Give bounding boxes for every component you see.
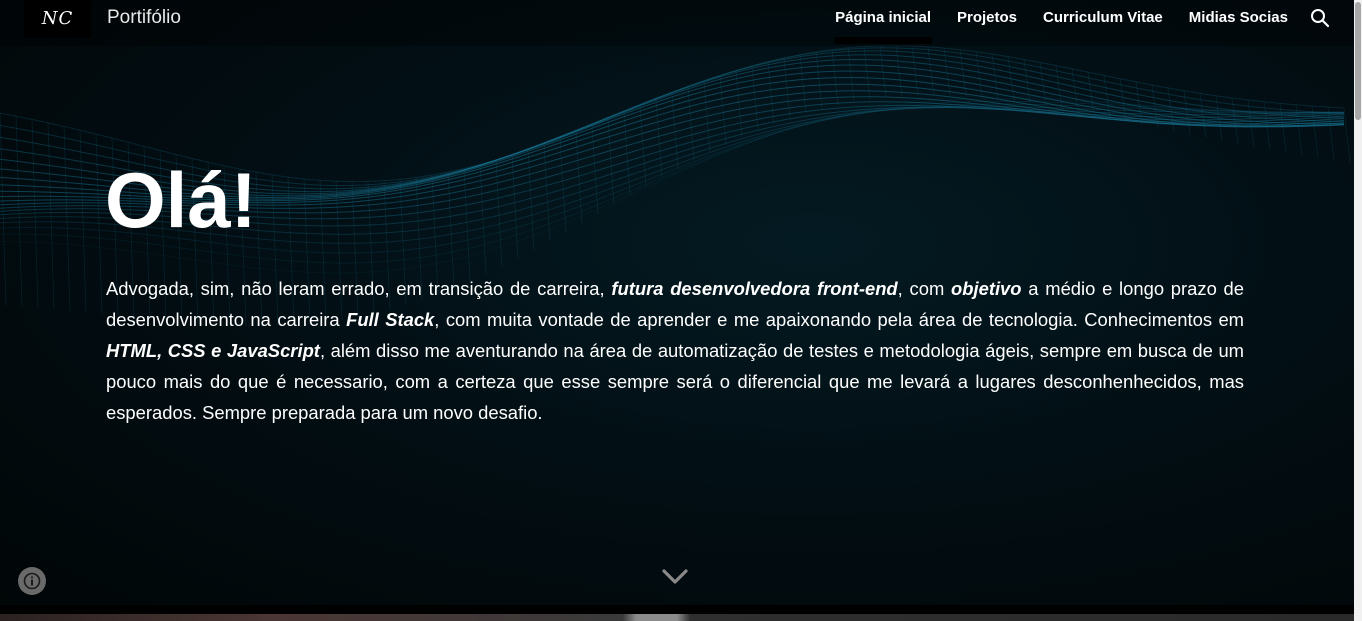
next-section-preview [0, 614, 1354, 621]
intro-paragraph: Advogada, sim, não leram errado, em tran… [106, 273, 1244, 428]
intro-text-4: , com muita vontade de aprender e me apa… [434, 309, 1244, 330]
nav-item-home[interactable]: Página inicial [834, 0, 932, 46]
search-icon[interactable] [1310, 8, 1330, 28]
intro-highlight-fullstack: Full Stack [346, 309, 435, 330]
top-bar: NC Portifólio Página inicial Projetos Cu… [0, 0, 1354, 46]
intro-text-2: , com [897, 278, 952, 299]
chevron-down-icon[interactable] [661, 568, 689, 586]
intro-highlight-role: futura desenvolvedora front-end [611, 278, 898, 299]
page-title: Olá! [105, 156, 257, 244]
nav-item-projects[interactable]: Projetos [957, 0, 1017, 46]
nav-item-social-media[interactable]: Midias Socias [1189, 0, 1288, 46]
page-scrollbar[interactable] [1354, 0, 1362, 621]
scrollbar-thumb[interactable] [1355, 2, 1361, 120]
info-icon[interactable] [18, 567, 46, 595]
site-logo[interactable]: NC [24, 0, 91, 38]
nav-item-curriculum[interactable]: Curriculum Vitae [1043, 0, 1163, 46]
intro-text-1: Advogada, sim, não leram errado, em tran… [106, 278, 612, 299]
intro-highlight-goal: objetivo [951, 278, 1022, 299]
intro-highlight-skills: HTML, CSS e JavaScript [106, 340, 320, 361]
site-name[interactable]: Portifólio [107, 7, 181, 29]
main-nav: Página inicial Projetos Curriculum Vitae… [834, 0, 1314, 46]
